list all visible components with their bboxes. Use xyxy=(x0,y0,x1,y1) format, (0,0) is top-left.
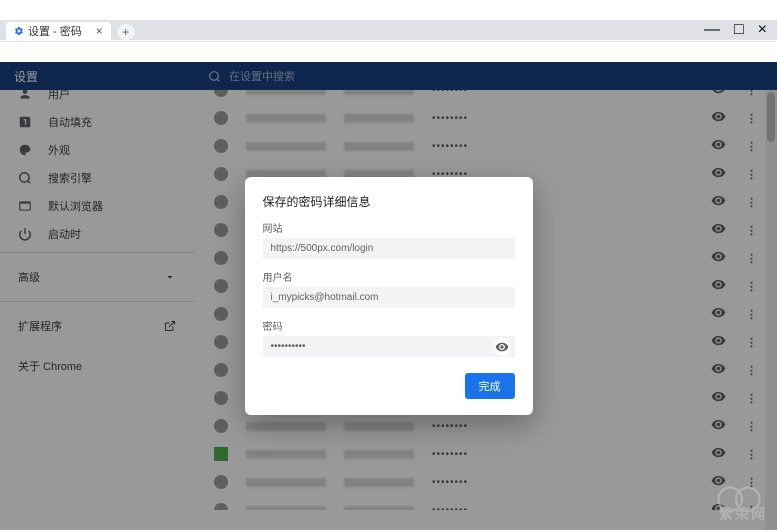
done-button[interactable]: 完成 xyxy=(465,373,515,399)
username-field[interactable] xyxy=(263,287,515,308)
minimize-button[interactable]: — xyxy=(704,21,720,39)
new-tab-button[interactable]: + xyxy=(117,24,135,40)
password-details-dialog: 保存的密码详细信息 网站 用户名 密码 完成 xyxy=(245,177,533,415)
password-label: 密码 xyxy=(263,318,515,333)
browser-tab[interactable]: 设置 - 密码 × xyxy=(6,22,111,40)
username-label: 用户名 xyxy=(263,269,515,284)
tab-title: 设置 - 密码 xyxy=(28,23,82,39)
window-controls: — □ × xyxy=(694,20,777,40)
maximize-button[interactable]: □ xyxy=(734,21,744,39)
close-window-button[interactable]: × xyxy=(758,21,767,39)
site-field[interactable] xyxy=(263,238,515,259)
settings-favicon-icon xyxy=(14,26,24,36)
site-label: 网站 xyxy=(263,220,515,235)
dialog-title: 保存的密码详细信息 xyxy=(263,193,515,210)
tab-close-icon[interactable]: × xyxy=(96,24,103,38)
show-password-icon[interactable] xyxy=(493,338,511,356)
tab-strip: 设置 - 密码 × + xyxy=(0,20,717,40)
password-field[interactable] xyxy=(263,336,515,357)
modal-overlay: 保存的密码详细信息 网站 用户名 密码 完成 xyxy=(0,62,777,530)
watermark-text: 繁荣网 xyxy=(719,504,767,524)
